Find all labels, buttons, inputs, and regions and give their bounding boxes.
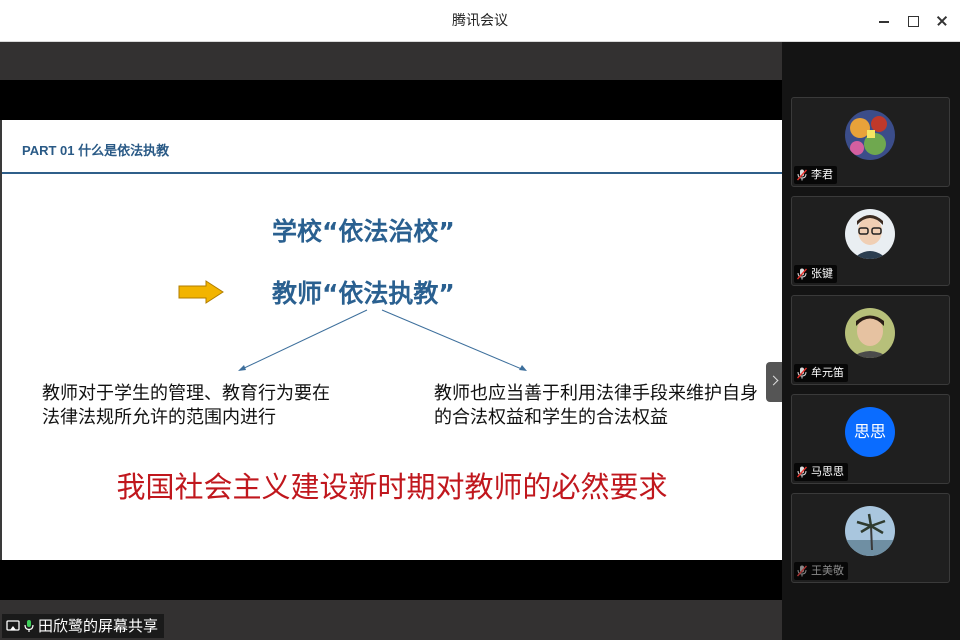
slide-conclusion: 我国社会主义建设新时期对教师的必然要求	[116, 470, 668, 504]
slide-heading-teacher: 教师“依法执教”	[272, 279, 455, 308]
mic-muted-icon	[797, 466, 807, 478]
avatar	[845, 110, 895, 160]
maximize-button[interactable]	[903, 11, 923, 31]
participant-name: 王美敬	[811, 564, 844, 577]
participant-name-chip: 马思思	[794, 463, 848, 481]
mic-muted-icon	[797, 367, 807, 379]
participant-name: 张键	[811, 267, 833, 280]
minimize-button[interactable]	[874, 11, 894, 31]
slide-heading-school: 学校“依法治校”	[272, 217, 455, 246]
slide-divider	[2, 172, 782, 174]
avatar: 思思	[845, 407, 895, 457]
participant-name-chip: 李君	[794, 166, 837, 184]
mic-muted-icon	[797, 565, 807, 577]
mic-muted-icon	[797, 169, 807, 181]
participant-tile[interactable]: 王美敬	[791, 493, 950, 583]
collapse-panel-button[interactable]	[766, 362, 782, 402]
participant-name: 李君	[811, 168, 833, 181]
window-title: 腾讯会议	[452, 13, 508, 29]
screen-share-label: 田欣鹭的屏幕共享	[2, 614, 165, 638]
participant-tile[interactable]: 牟元笛	[791, 295, 950, 385]
participant-tile[interactable]: 思思 马思思	[791, 394, 950, 484]
screen-share-icon	[6, 620, 20, 631]
participant-name-chip: 牟元笛	[794, 364, 848, 382]
participant-name: 马思思	[811, 465, 844, 478]
slide-header: PART 01 什么是依法执教	[22, 143, 170, 158]
participant-tile[interactable]: 李君	[791, 97, 950, 187]
avatar	[845, 209, 895, 259]
avatar	[845, 308, 895, 358]
avatar	[845, 506, 895, 556]
participant-panel: 李君 张键 牟元笛 思思 马思思 王美敬	[782, 42, 960, 640]
screen-share-owner: 田欣鹭的屏幕共享	[38, 617, 159, 635]
slide-text-right: 教师也应当善于利用法律手段来维护自身的合法权益和学生的合法权益	[434, 383, 758, 428]
mic-icon	[24, 620, 34, 632]
right-arrow-icon	[178, 280, 224, 304]
title-bar: 腾讯会议	[0, 0, 960, 42]
participant-name-chip: 张键	[794, 265, 837, 283]
close-button[interactable]	[932, 11, 952, 31]
presentation-slide: PART 01 什么是依法执教 学校“依法治校” 教师“依法执教” 教师对于学生…	[2, 120, 782, 560]
participant-tile[interactable]: 张键	[791, 196, 950, 286]
participant-name: 牟元笛	[811, 366, 844, 379]
mic-muted-icon	[797, 268, 807, 280]
slide-text-left: 教师对于学生的管理、教育行为要在法律法规所允许的范围内进行	[42, 383, 330, 428]
shared-screen-area: PART 01 什么是依法执教 学校“依法治校” 教师“依法执教” 教师对于学生…	[0, 42, 782, 640]
participant-name-chip: 王美敬	[794, 562, 848, 580]
